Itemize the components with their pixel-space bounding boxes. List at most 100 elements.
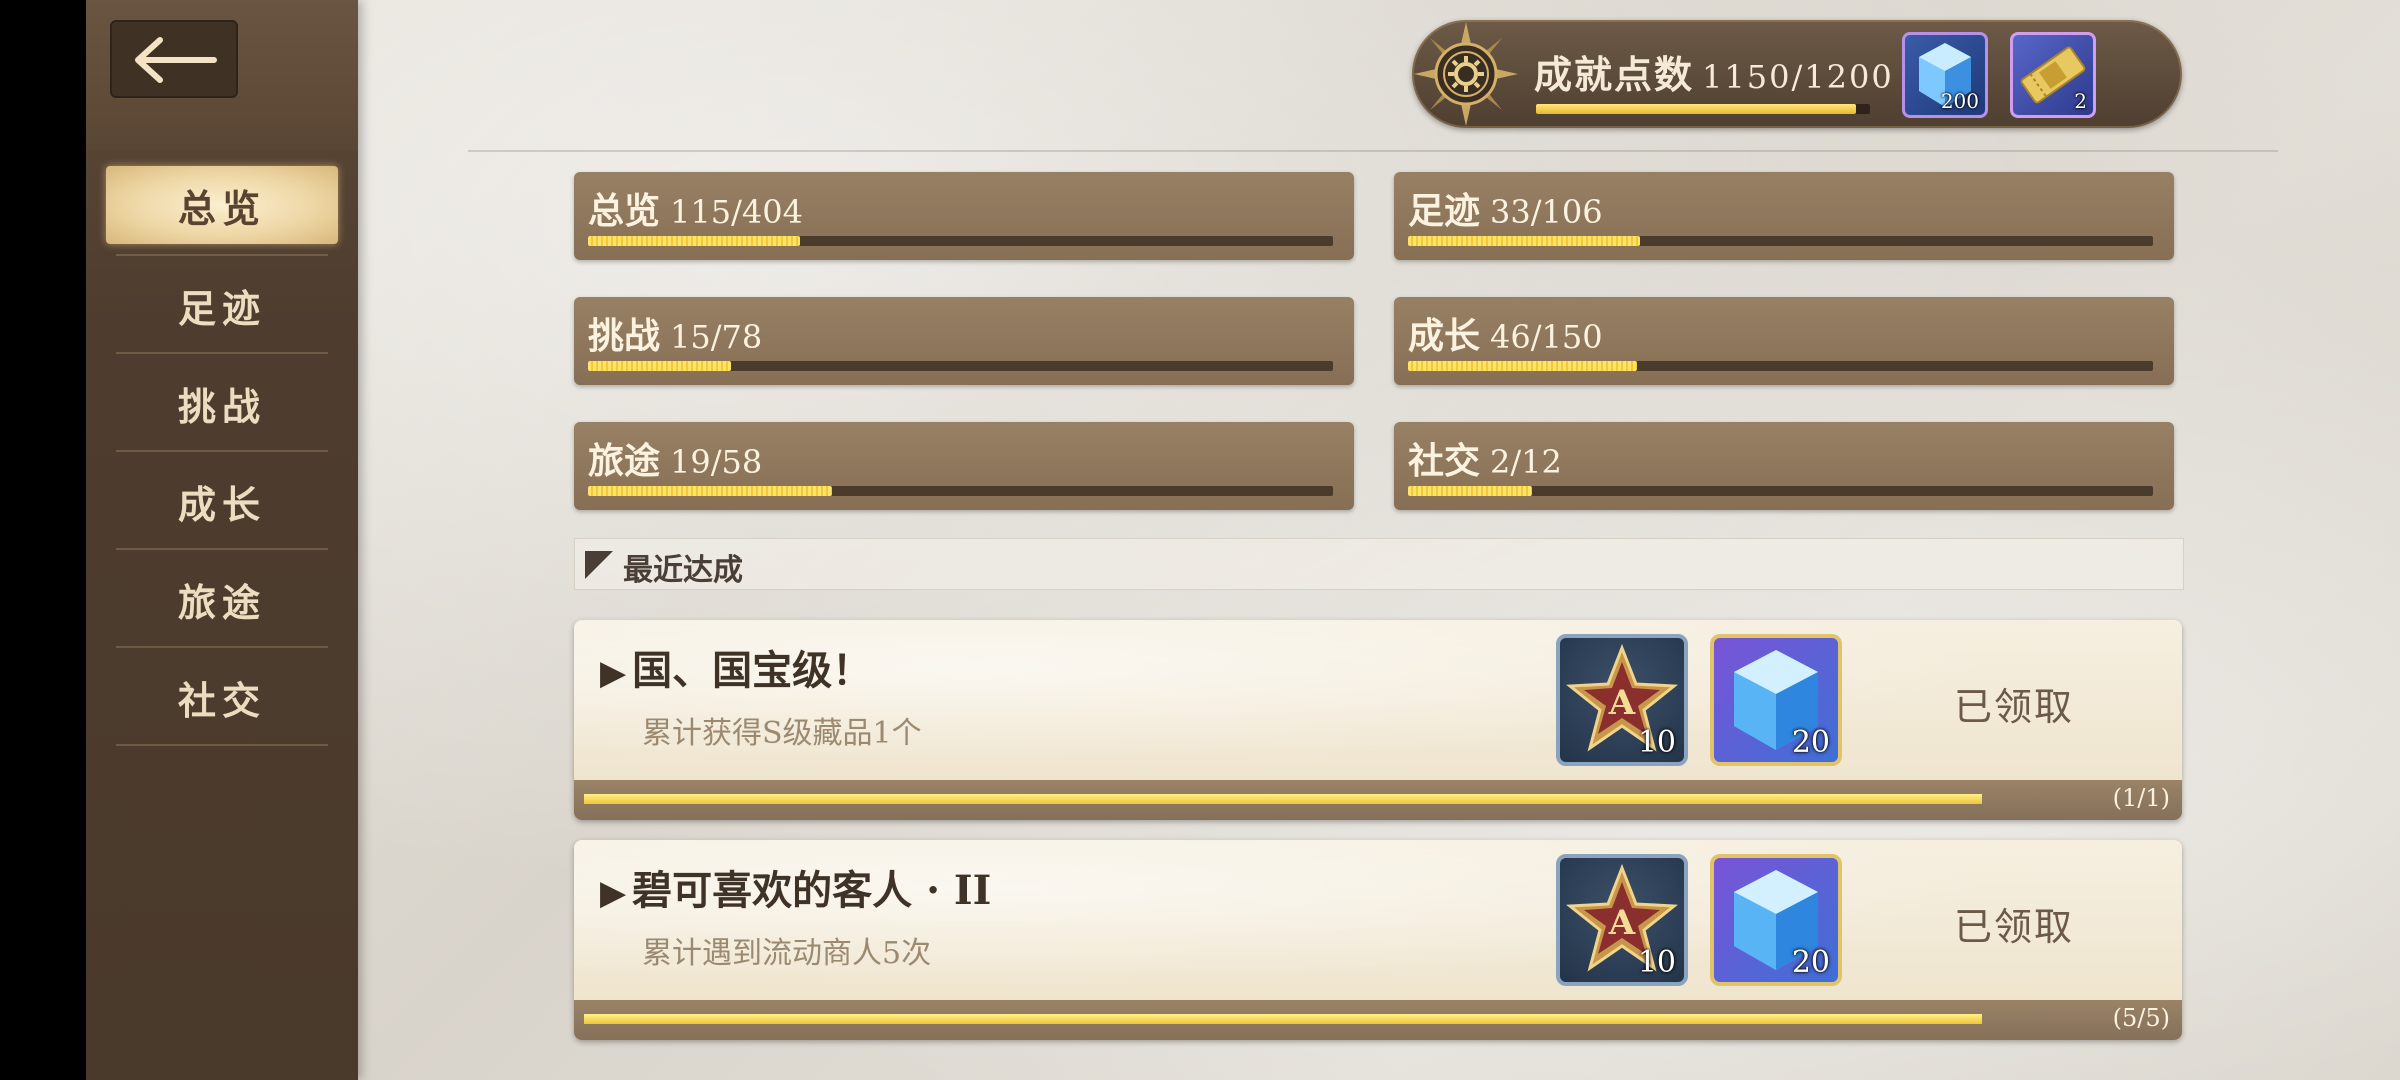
category-progress-bar — [1408, 486, 2153, 496]
achievement-description: 累计遇到流动商人5次 — [642, 936, 932, 971]
points-progress-fill — [1536, 104, 1856, 114]
header-divider — [468, 150, 2278, 152]
claimed-status: 已领取 — [1954, 905, 2075, 949]
achievement-body: ▶ 碧可喜欢的客人 · II 累计遇到流动商人5次 A 10 20 已领取 — [574, 840, 2182, 1000]
play-arrow-icon: ▶ — [600, 873, 627, 913]
category-name: 总览 — [588, 190, 661, 232]
recent-achievements-header: 最近达成 — [574, 538, 2184, 590]
claimed-status: 已领取 — [1954, 685, 2075, 729]
category-progress-bar — [1408, 361, 2153, 371]
category-progress-bar — [1408, 236, 2153, 246]
achievement-body: ▶ 国、国宝级！ 累计获得S级藏品1个 A 10 20 已领取 — [574, 620, 2182, 780]
reward-count: 20 — [1791, 725, 1830, 760]
sidebar-item-challenge[interactable]: 挑战 — [106, 364, 338, 442]
category-progress-bar — [588, 361, 1333, 371]
reward-count: 10 — [1637, 725, 1676, 760]
category-count: 19/58 — [670, 443, 763, 481]
divider — [116, 548, 328, 550]
reward-count: 2 — [2074, 89, 2087, 113]
category-progress-bar — [588, 236, 1333, 246]
sidebar-item-label: 挑战 — [177, 383, 266, 429]
points-label: 成就点数 1150/1200 — [1534, 44, 1894, 99]
category-title: 成长 46/150 — [1408, 307, 1603, 359]
achievement-progress-fill — [584, 1014, 1982, 1024]
achievement-progress-bar — [584, 794, 1982, 804]
category-progress-fill — [1408, 361, 1637, 371]
achievement-title: ▶ 碧可喜欢的客人 · II — [600, 858, 991, 916]
category-title: 社交 2/12 — [1408, 432, 1562, 484]
sidebar-item-social[interactable]: 社交 — [106, 658, 338, 736]
category-journey[interactable]: 旅途 19/58 — [574, 422, 1354, 510]
achievement-progress-text: (5/5) — [2112, 1004, 2170, 1032]
divider — [116, 254, 328, 256]
reward-crystal[interactable]: 200 — [1902, 32, 1988, 118]
points-title: 成就点数 — [1534, 52, 1695, 97]
sidebar-item-label: 旅途 — [177, 579, 266, 625]
achievement-title: ▶ 国、国宝级！ — [600, 638, 872, 696]
category-count: 2/12 — [1490, 443, 1562, 481]
achievement-title-text: 国、国宝级！ — [632, 647, 873, 694]
reward-crystal[interactable]: 20 — [1710, 634, 1842, 766]
achievement-card[interactable]: ▶ 国、国宝级！ 累计获得S级藏品1个 A 10 20 已领取 (1/1) — [574, 620, 2182, 820]
achievement-points-panel: 成就点数 1150/1200 200 2 — [1412, 20, 2182, 128]
achievement-progress-row: (1/1) — [574, 780, 2182, 820]
category-progress-fill — [588, 486, 833, 496]
sidebar: 总览 足迹 挑战 成长 旅途 社交 — [86, 0, 358, 1080]
reward-crystal[interactable]: 20 — [1710, 854, 1842, 986]
sidebar-item-label: 成长 — [177, 481, 266, 527]
compass-emblem-icon — [1414, 22, 1518, 126]
category-footprints[interactable]: 足迹 33/106 — [1394, 172, 2174, 260]
category-count: 46/150 — [1490, 318, 1603, 356]
play-arrow-icon: ▶ — [600, 653, 627, 693]
reward-ticket[interactable]: 2 — [2010, 32, 2096, 118]
divider — [116, 646, 328, 648]
category-challenge[interactable]: 挑战 15/78 — [574, 297, 1354, 385]
reward-count: 10 — [1637, 945, 1676, 980]
category-name: 成长 — [1408, 315, 1481, 357]
category-progress-bar — [588, 486, 1333, 496]
category-name: 旅途 — [588, 440, 661, 482]
category-title: 挑战 15/78 — [588, 307, 762, 359]
category-title: 总览 115/404 — [588, 182, 803, 234]
category-name: 社交 — [1408, 440, 1481, 482]
svg-text:A: A — [1608, 903, 1636, 943]
category-social[interactable]: 社交 2/12 — [1394, 422, 2174, 510]
points-value: 1150/1200 — [1702, 58, 1894, 96]
divider — [116, 744, 328, 746]
sidebar-item-label: 社交 — [177, 677, 266, 723]
category-name: 足迹 — [1408, 190, 1481, 232]
back-arrow-icon — [135, 37, 217, 83]
category-growth[interactable]: 成长 46/150 — [1394, 297, 2174, 385]
category-name: 挑战 — [588, 315, 661, 357]
category-count: 33/106 — [1490, 193, 1603, 231]
reward-a-rank-star[interactable]: A 10 — [1556, 854, 1688, 986]
reward-count: 200 — [1940, 89, 1979, 113]
sidebar-item-journey[interactable]: 旅途 — [106, 560, 338, 638]
category-progress-fill — [588, 361, 732, 371]
category-title: 足迹 33/106 — [1408, 182, 1603, 234]
reward-a-rank-star[interactable]: A 10 — [1556, 634, 1688, 766]
section-title: 最近达成 — [623, 553, 743, 588]
back-button[interactable] — [110, 20, 238, 98]
category-progress-fill — [1408, 236, 1640, 246]
category-count: 115/404 — [670, 193, 803, 231]
reward-count: 20 — [1791, 945, 1830, 980]
category-count: 15/78 — [670, 318, 763, 356]
points-progress-bar — [1536, 104, 1870, 114]
category-overview[interactable]: 总览 115/404 — [574, 172, 1354, 260]
category-progress-fill — [1408, 486, 1533, 496]
svg-text:A: A — [1608, 683, 1636, 723]
achievement-progress-bar — [584, 1014, 1982, 1024]
achievement-card[interactable]: ▶ 碧可喜欢的客人 · II 累计遇到流动商人5次 A 10 20 已领取 (5/… — [574, 840, 2182, 1040]
achievement-description: 累计获得S级藏品1个 — [642, 716, 922, 751]
sidebar-item-label: 足迹 — [177, 285, 266, 331]
sidebar-item-overview[interactable]: 总览 — [106, 166, 338, 244]
sidebar-item-label: 总览 — [177, 185, 266, 231]
sidebar-item-growth[interactable]: 成长 — [106, 462, 338, 540]
achievement-progress-text: (1/1) — [2112, 784, 2170, 812]
divider — [116, 352, 328, 354]
achievement-title-text: 碧可喜欢的客人 · II — [632, 867, 992, 914]
category-progress-fill — [588, 236, 801, 246]
sidebar-item-footprints[interactable]: 足迹 — [106, 266, 338, 344]
category-title: 旅途 19/58 — [588, 432, 762, 484]
